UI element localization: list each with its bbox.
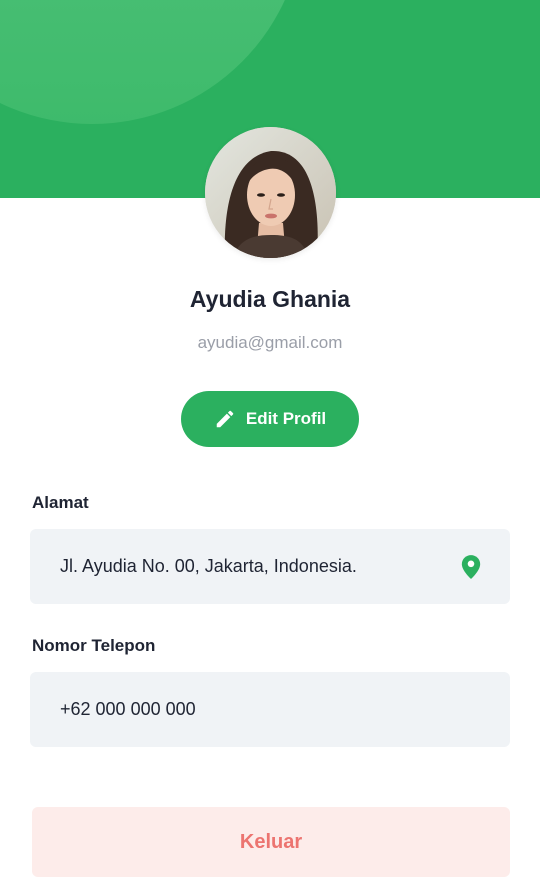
address-label: Alamat — [32, 493, 89, 512]
profile-name: Ayudia Ghania — [189, 286, 351, 312]
profile-email: ayudia@gmail.com — [197, 333, 343, 352]
edit-profile-button[interactable]: Edit Profil — [181, 391, 359, 447]
map-pin-icon[interactable] — [460, 554, 482, 580]
phone-field[interactable]: +62 000 000 000 — [30, 672, 510, 747]
pencil-icon — [214, 408, 236, 430]
edit-profile-label: Edit Profil — [245, 409, 327, 428]
avatar — [205, 127, 336, 258]
logout-button[interactable]: Keluar — [32, 807, 510, 877]
address-value: Jl. Ayudia No. 00, Jakarta, Indonesia. — [60, 556, 357, 576]
phone-value: +62 000 000 000 — [60, 699, 196, 719]
header-decorative-circle — [0, 0, 304, 124]
profile-screen: Ayudia Ghania ayudia@gmail.com Edit Prof… — [0, 0, 540, 878]
address-field[interactable]: Jl. Ayudia No. 00, Jakarta, Indonesia. — [30, 529, 510, 604]
avatar-photo — [205, 127, 336, 258]
phone-label: Nomor Telepon — [32, 636, 156, 655]
